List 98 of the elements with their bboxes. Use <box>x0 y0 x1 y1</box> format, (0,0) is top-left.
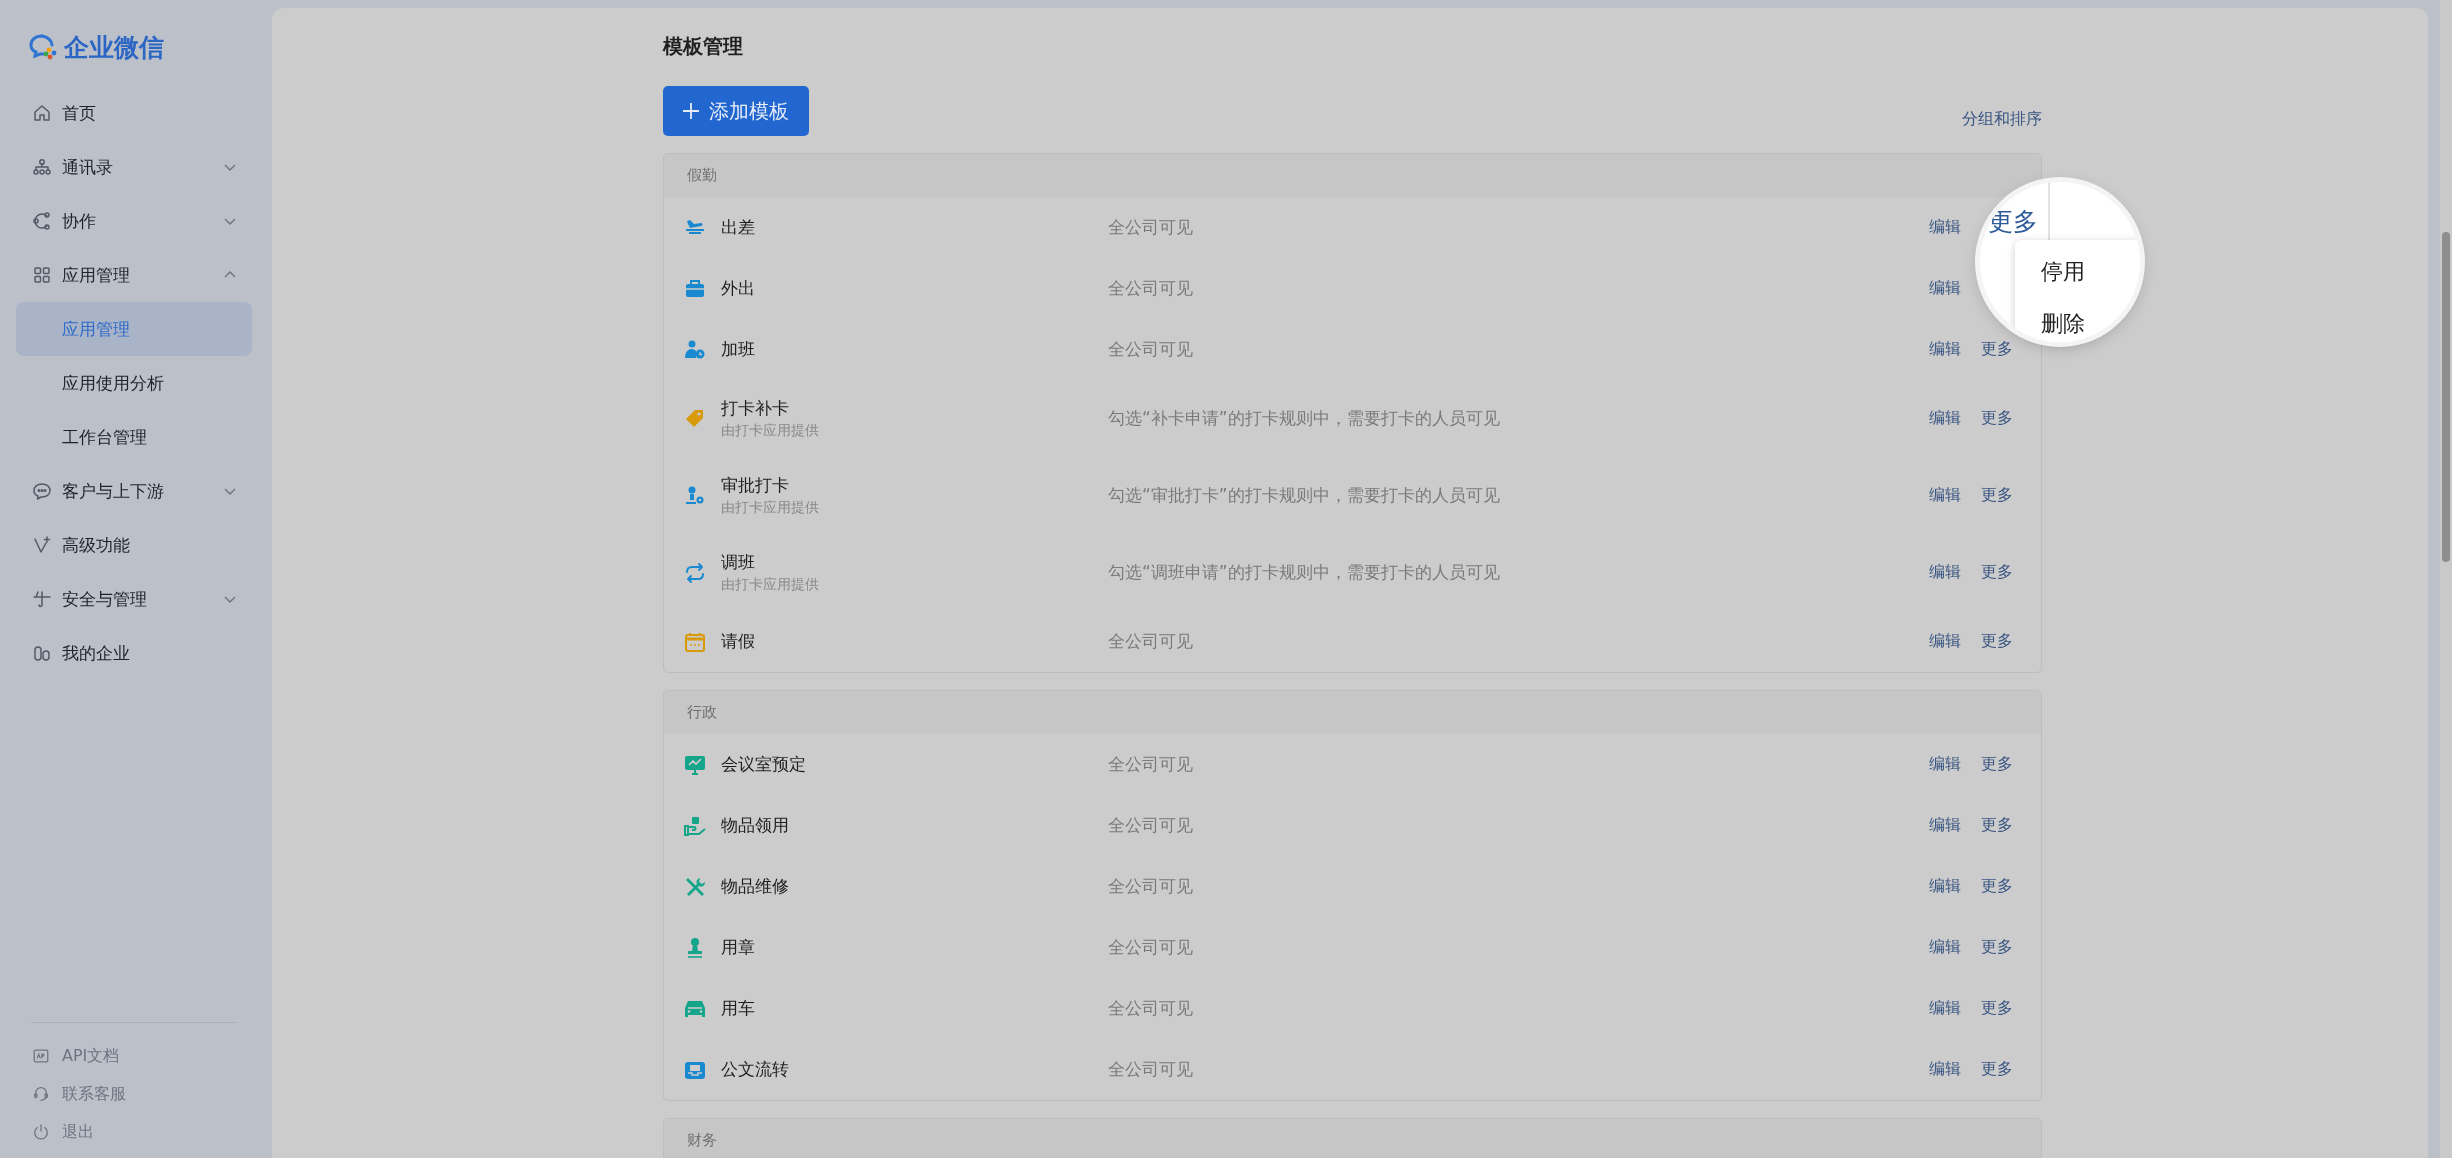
visibility-text: 全公司可见 <box>1108 936 1194 959</box>
group-header: 行政 <box>687 703 717 722</box>
group-header: 假勤 <box>687 166 717 185</box>
power-icon <box>32 1123 50 1141</box>
more-link[interactable]: 更多 <box>1981 998 2021 1019</box>
more-link[interactable]: 更多 <box>1981 631 2021 652</box>
group-sort-link[interactable]: 分组和排序 <box>1962 109 2042 136</box>
plus-icon <box>681 101 701 121</box>
footer-link[interactable]: 联系客服 <box>0 1075 268 1113</box>
edit-link[interactable]: 编辑 <box>1929 631 1969 652</box>
grid-icon <box>32 265 52 285</box>
sidebar-item[interactable]: 应用管理 <box>16 248 252 302</box>
edit-link[interactable]: 编辑 <box>1929 217 1969 238</box>
person-pin-icon <box>684 484 706 507</box>
sidebar-item[interactable]: 我的企业 <box>16 626 252 680</box>
visibility-text: 全公司可见 <box>1108 1058 1194 1081</box>
template-name: 加班 <box>721 338 756 361</box>
sidebar-item[interactable]: 首页 <box>16 86 252 140</box>
edit-link[interactable]: 编辑 <box>1929 278 1969 299</box>
more-link[interactable]: 更多 <box>1981 339 2021 360</box>
visibility-text: 勾选“调班申请”的打卡规则中，需要打卡的人员可见 <box>1108 561 1501 584</box>
template-name: 用车 <box>721 997 756 1020</box>
template-name: 请假 <box>721 630 756 653</box>
sidebar-item[interactable]: 高级功能 <box>16 518 252 572</box>
edit-link[interactable]: 编辑 <box>1929 998 1969 1019</box>
more-link[interactable]: 更多 <box>1981 937 2021 958</box>
swap-arrows-icon <box>684 561 706 584</box>
api-doc-icon <box>32 1047 50 1065</box>
edit-link[interactable]: 编辑 <box>1929 815 1969 836</box>
person-clock-icon <box>684 338 706 361</box>
tools-icon <box>684 875 706 898</box>
template-name: 会议室预定 <box>721 753 807 776</box>
template-name: 外出 <box>721 277 756 300</box>
more-link[interactable]: 更多 <box>1981 754 2021 775</box>
org-chart-icon <box>32 157 52 177</box>
edit-link[interactable]: 编辑 <box>1929 339 1969 360</box>
visibility-text: 全公司可见 <box>1108 753 1194 776</box>
visibility-text: 全公司可见 <box>1108 997 1194 1020</box>
edit-link[interactable]: 编辑 <box>1929 562 1969 583</box>
menu-item[interactable]: 删除 <box>2015 304 2140 342</box>
visibility-text: 勾选“审批打卡”的打卡规则中，需要打卡的人员可见 <box>1108 484 1501 507</box>
home-icon <box>32 103 52 123</box>
buildings-icon <box>32 643 52 663</box>
provider-note: 由打卡应用提供 <box>721 499 820 517</box>
more-link[interactable]: 更多 <box>1981 876 2021 897</box>
more-link[interactable]: 更多 <box>1981 485 2021 506</box>
wand-icon <box>32 535 52 555</box>
provider-note: 由打卡应用提供 <box>721 422 820 440</box>
sidebar-item[interactable]: 协作 <box>16 194 252 248</box>
footer-link[interactable]: 退出 <box>0 1113 268 1151</box>
menu-item[interactable]: 停用 <box>2015 252 2140 304</box>
visibility-text: 全公司可见 <box>1108 277 1194 300</box>
sidebar-subitem[interactable]: 应用管理 <box>16 302 252 356</box>
more-link[interactable]: 更多 <box>1981 1059 2021 1080</box>
edit-link[interactable]: 编辑 <box>1929 1059 1969 1080</box>
visibility-text: 勾选“补卡申请”的打卡规则中，需要打卡的人员可见 <box>1108 407 1501 430</box>
visibility-text: 全公司可见 <box>1108 630 1194 653</box>
visibility-text: 全公司可见 <box>1108 338 1194 361</box>
more-link[interactable]: 更多 <box>1981 815 2021 836</box>
template-name: 用章 <box>721 936 756 959</box>
headset-icon <box>32 1085 50 1103</box>
hand-box-icon <box>684 814 706 837</box>
edit-link[interactable]: 编辑 <box>1929 937 1969 958</box>
scrollbar-thumb[interactable] <box>2442 232 2450 562</box>
tag-icon <box>684 407 706 430</box>
more-link[interactable]: 更多 <box>1981 562 2021 583</box>
more-link[interactable]: 更多 <box>1981 408 2021 429</box>
network-icon <box>32 211 52 231</box>
provider-note: 由打卡应用提供 <box>721 576 820 594</box>
sidebar-item[interactable]: 安全与管理 <box>16 572 252 626</box>
group-header: 财务 <box>687 1131 717 1150</box>
edit-link[interactable]: 编辑 <box>1929 876 1969 897</box>
template-name: 打卡补卡 <box>721 397 790 420</box>
chat-logo-icon <box>28 33 58 61</box>
briefcase-icon <box>684 277 706 300</box>
edit-link[interactable]: 编辑 <box>1929 408 1969 429</box>
template-name: 物品维修 <box>721 875 790 898</box>
logo-text: 企业微信 <box>64 31 164 64</box>
template-name: 物品领用 <box>721 814 790 837</box>
chat-bubble-icon <box>32 481 52 501</box>
footer-link[interactable]: API文档 <box>0 1037 268 1075</box>
template-name: 审批打卡 <box>721 474 790 497</box>
template-name: 出差 <box>721 216 756 239</box>
sidebar-subitem[interactable]: 工作台管理 <box>16 410 252 464</box>
edit-link[interactable]: 编辑 <box>1929 754 1969 775</box>
edit-link[interactable]: 编辑 <box>1929 485 1969 506</box>
sidebar-subitem[interactable]: 应用使用分析 <box>16 356 252 410</box>
sidebar-item[interactable]: 通讯录 <box>16 140 252 194</box>
template-name: 调班 <box>721 551 756 574</box>
sidebar-item[interactable]: 客户与上下游 <box>16 464 252 518</box>
visibility-text: 全公司可见 <box>1108 216 1194 239</box>
monitor-chart-icon <box>684 753 706 776</box>
add-template-button[interactable]: 添加模板 <box>663 86 809 136</box>
template-name: 公文流转 <box>721 1058 790 1081</box>
page-title: 模板管理 <box>663 36 744 56</box>
calendar-icon <box>684 630 706 653</box>
visibility-text: 全公司可见 <box>1108 875 1194 898</box>
visibility-text: 全公司可见 <box>1108 814 1194 837</box>
